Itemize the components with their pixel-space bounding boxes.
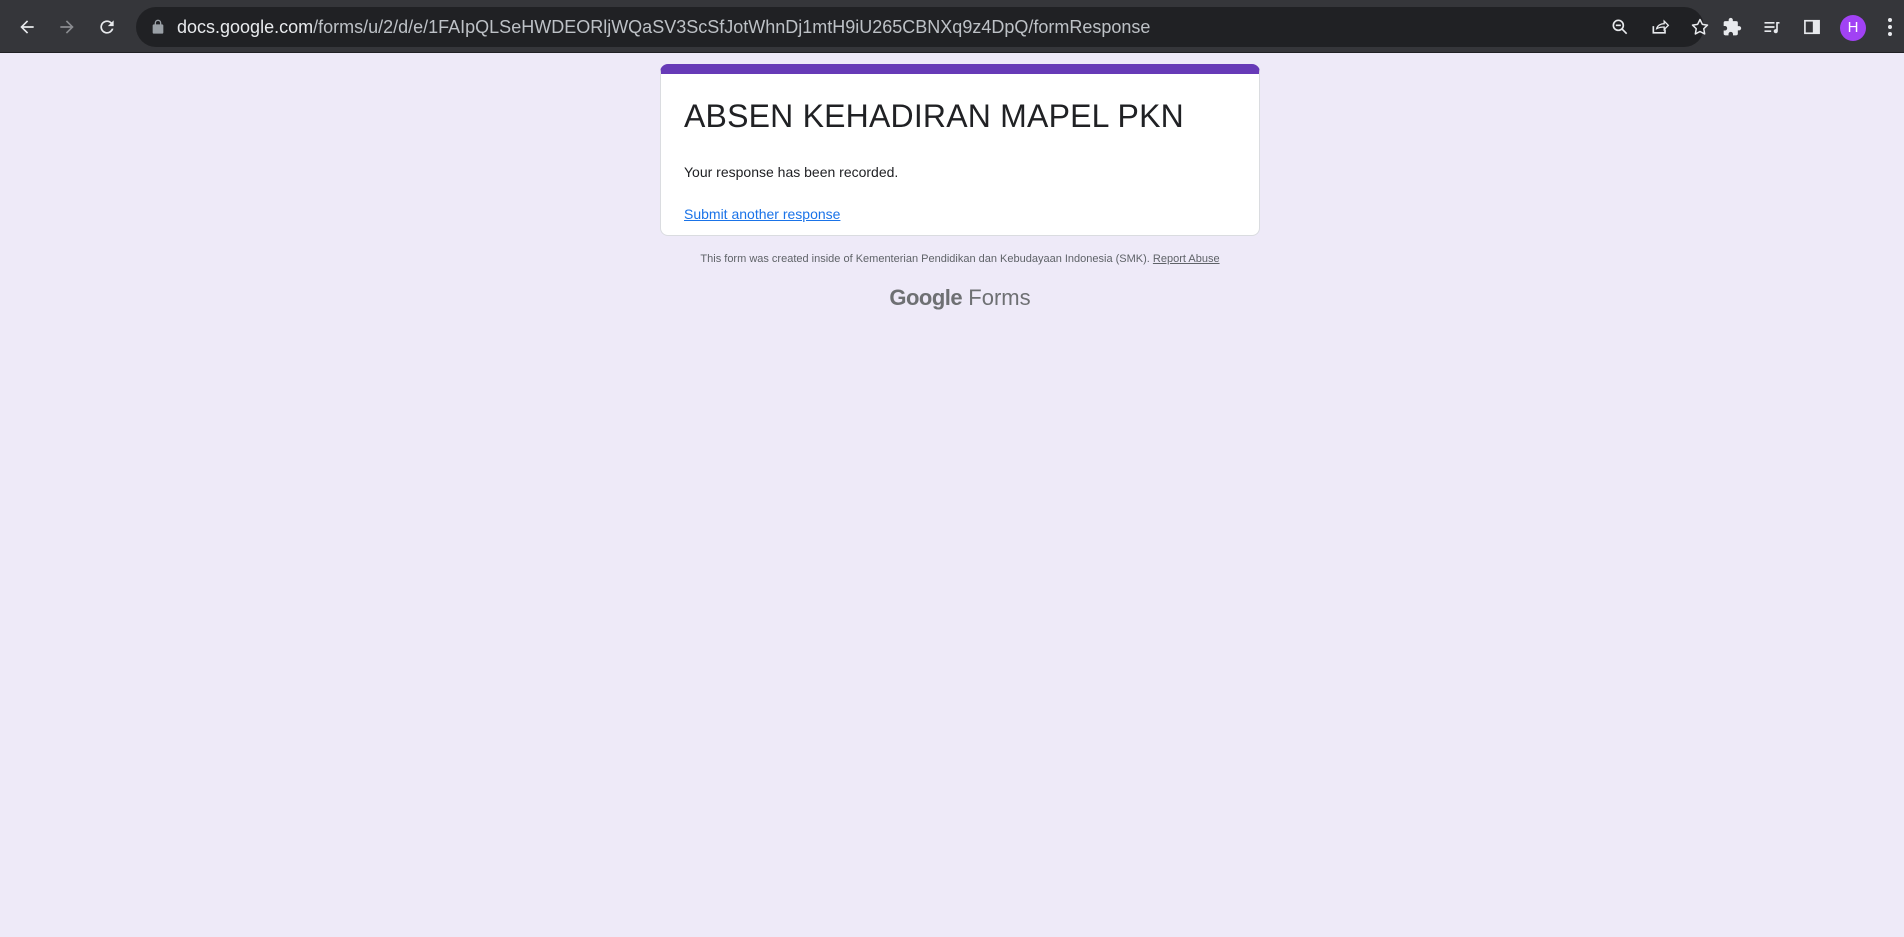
side-panel-button[interactable]	[1794, 9, 1830, 45]
forward-arrow-icon	[60, 20, 74, 34]
side-panel-icon	[1804, 19, 1820, 35]
confirmation-message: Your response has been recorded.	[684, 164, 899, 180]
url-path: /forms/u/2/d/e/1FAIpQLSeHWDEORljWQaSV3Sc…	[313, 17, 1151, 37]
browser-toolbar: docs.google.com/forms/u/2/d/e/1FAIpQLSeH…	[0, 0, 1904, 53]
forms-wordmark: Forms	[968, 285, 1031, 310]
reload-button[interactable]	[89, 9, 125, 45]
submit-another-response-link[interactable]: Submit another response	[684, 206, 840, 222]
profile-avatar[interactable]: H	[1840, 15, 1866, 41]
created-inside-text: This form was created inside of Kementer…	[700, 253, 1150, 265]
share-button[interactable]	[1642, 9, 1678, 45]
zoom-icon	[1612, 19, 1628, 35]
back-arrow-icon	[20, 20, 34, 34]
reload-icon	[100, 20, 114, 34]
form-response-card: ABSEN KEHADIRAN MAPEL PKN Your response …	[660, 64, 1260, 236]
url-host: docs.google.com	[177, 17, 314, 37]
lock-icon	[152, 19, 164, 34]
media-control-button[interactable]	[1754, 9, 1790, 45]
google-wordmark: Google	[889, 285, 963, 310]
forward-button[interactable]	[49, 9, 85, 45]
puzzle-icon	[1723, 17, 1742, 36]
media-queue-icon	[1764, 22, 1780, 34]
kebab-menu-icon[interactable]	[1884, 14, 1896, 40]
star-icon	[1691, 18, 1709, 35]
form-footer: This form was created inside of Kementer…	[660, 253, 1260, 265]
form-title: ABSEN KEHADIRAN MAPEL PKN	[684, 98, 1184, 134]
zoom-button[interactable]	[1602, 9, 1638, 45]
share-icon	[1652, 19, 1670, 34]
address-bar[interactable]: docs.google.com/forms/u/2/d/e/1FAIpQLSeH…	[136, 7, 1709, 47]
google-forms-logo[interactable]: Google Forms	[660, 285, 1260, 311]
url-text[interactable]: docs.google.com/forms/u/2/d/e/1FAIpQLSeH…	[177, 7, 1150, 47]
back-button[interactable]	[9, 9, 45, 45]
extensions-button[interactable]	[1714, 9, 1750, 45]
bookmark-button[interactable]	[1682, 9, 1718, 45]
report-abuse-link[interactable]: Report Abuse	[1153, 253, 1220, 265]
